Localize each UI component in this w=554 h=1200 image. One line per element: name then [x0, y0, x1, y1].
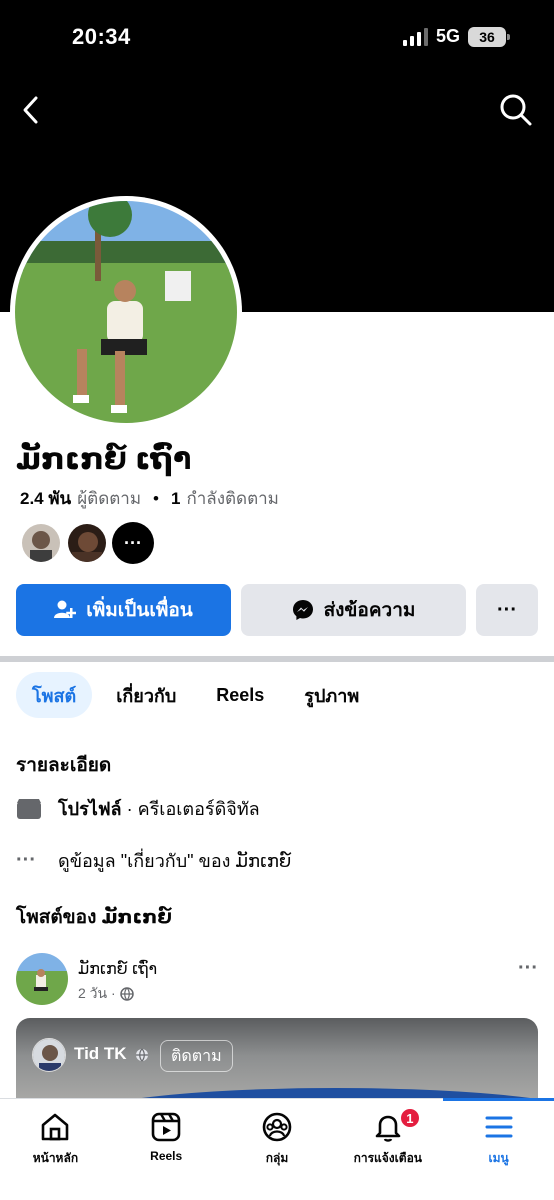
details-title: รายละเอียด: [16, 755, 112, 776]
nav-home-label: หน้าหลัก: [32, 1151, 79, 1165]
tab-photos[interactable]: รูปภาพ: [288, 672, 375, 718]
profile-avatar[interactable]: [10, 196, 242, 428]
search-button[interactable]: [498, 92, 534, 128]
post-header: ມັກເກຍ໌ ເຖົ່າ 2 วัน · ···: [16, 953, 538, 1007]
back-button[interactable]: [18, 92, 46, 128]
follow-stats[interactable]: 2.4 พัน ผู้ติดตาม • 1 กำลังติดตาม: [20, 485, 279, 512]
nav-menu-label: เมนู: [488, 1151, 509, 1165]
post-options-button[interactable]: ···: [518, 957, 538, 980]
network-label: 5G: [435, 26, 460, 46]
follow-button[interactable]: ติดตาม: [160, 1040, 233, 1072]
menu-icon: [485, 1116, 513, 1138]
messenger-icon: [292, 600, 313, 620]
followers-label: ผู้ติดตาม: [77, 489, 142, 508]
profile-type-row: โปรไฟล์ · ครีเอเตอร์ดิจิทัล: [16, 794, 260, 823]
post-time: 2 วัน ·: [78, 985, 116, 1001]
nav-groups[interactable]: กลุ่ม: [222, 1099, 333, 1200]
shared-post-card[interactable]: Tid TK ติดตาม: [16, 1018, 538, 1102]
home-icon: [42, 1113, 69, 1141]
globe-icon: [119, 987, 134, 1001]
tab-posts[interactable]: โพสต์: [16, 672, 93, 718]
profile-actions: เพิ่มเป็นเพื่อน ส่งข้อความ ···: [16, 584, 538, 636]
signal-icon: [402, 27, 428, 46]
battery-icon: 36: [468, 26, 510, 47]
friend-avatar[interactable]: [20, 522, 62, 564]
shared-author-label: Tid TK: [74, 1044, 127, 1063]
message-button[interactable]: ส่งข้อความ: [241, 584, 466, 636]
groups-icon: [262, 1112, 292, 1142]
search-icon: [500, 94, 532, 126]
section-divider: [0, 656, 554, 662]
status-time: 20:34: [72, 24, 131, 49]
message-label: ส่งข้อความ: [323, 600, 416, 621]
profile-type-value: · ครีเอเตอร์ดิจิทัล: [121, 799, 260, 819]
stats-separator: •: [153, 488, 159, 508]
nav-menu[interactable]: เมนู: [443, 1098, 554, 1200]
tab-about[interactable]: เกี่ยวกับ: [100, 672, 192, 718]
add-friend-button[interactable]: เพิ่มเป็นเพื่อน: [16, 584, 231, 636]
post-author-name[interactable]: ມັກເກຍ໌ ເຖົ່າ: [78, 959, 157, 979]
following-label: กำลังติดตาม: [186, 489, 279, 508]
nav-reels-label: Reels: [150, 1149, 183, 1163]
ellipsis-icon: ···: [16, 849, 36, 871]
shared-author-avatar[interactable]: [32, 1038, 66, 1072]
avatar-photo: [15, 201, 237, 423]
nav-notifications[interactable]: 1 การแจ้งเตือน: [332, 1099, 443, 1200]
about-link-row[interactable]: ··· ดูข้อมูล "เกี่ยวกับ" ของ ມັກເກຍ໌: [16, 846, 291, 875]
globe-icon: [136, 1048, 149, 1061]
profile-name: ມັກເກຍ໌ ເຖົ່າ: [16, 443, 192, 476]
post-meta: 2 วัน ·: [78, 983, 134, 1005]
tab-reels[interactable]: Reels: [200, 672, 280, 718]
profile-type-label: โปรไฟล์: [58, 799, 122, 819]
reels-icon: [151, 1112, 181, 1142]
chevron-left-icon: [23, 96, 38, 124]
nav-notifications-label: การแจ้งเตือน: [353, 1151, 422, 1165]
nav-reels[interactable]: Reels: [111, 1099, 222, 1200]
status-icons: 5G 36: [402, 26, 510, 47]
post-author-avatar[interactable]: [16, 953, 68, 1005]
mutual-friends-row[interactable]: ···: [20, 522, 154, 564]
add-friend-icon: [54, 600, 77, 618]
notification-badge: 1: [398, 1107, 421, 1129]
shared-author-name[interactable]: Tid TK: [74, 1044, 149, 1064]
posts-title: โพสต์ของ ມັກເກຍ໌: [16, 907, 172, 928]
clapperboard-icon: [17, 798, 41, 819]
add-friend-label: เพิ่มเป็นเพื่อน: [86, 600, 193, 621]
more-friends-button[interactable]: ···: [112, 522, 154, 564]
following-count: 1: [170, 488, 181, 508]
battery-level: 36: [479, 28, 495, 45]
about-link-text: ดูข้อมูล "เกี่ยวกับ" ของ ມັກເກຍ໌: [58, 851, 292, 871]
friend-avatar[interactable]: [66, 522, 108, 564]
bottom-navigation: หน้าหลัก Reels กลุ่ม 1 การแจ้งเตือน เมนู: [0, 1098, 554, 1200]
nav-home[interactable]: หน้าหลัก: [0, 1099, 111, 1200]
more-actions-button[interactable]: ···: [476, 584, 538, 636]
profile-tabs: โพสต์ เกี่ยวกับ Reels รูปภาพ: [16, 672, 375, 718]
nav-groups-label: กลุ่ม: [265, 1151, 289, 1165]
followers-count: 2.4 พัน: [20, 489, 72, 508]
